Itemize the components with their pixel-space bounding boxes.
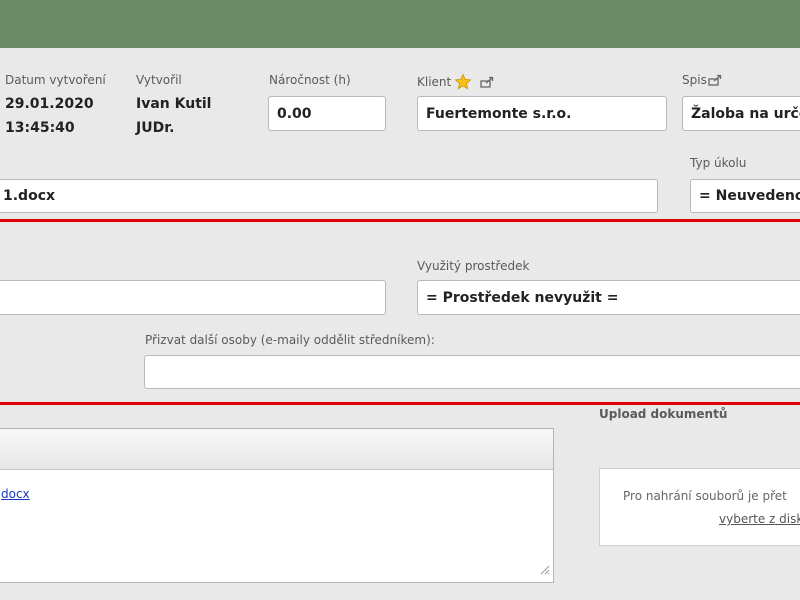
client-label: Klient xyxy=(417,75,452,89)
file-label-group: Spis xyxy=(682,73,722,87)
task-type-label: Typ úkolu xyxy=(690,156,747,170)
created-time-value: 13:45:40 xyxy=(5,120,75,136)
upload-dropzone[interactable]: Pro nahrání souborů je přet vyberte z di… xyxy=(599,468,800,546)
task-type-select[interactable]: = Neuvedeno xyxy=(690,179,800,213)
resource-select[interactable]: = Prostředek nevyužit = xyxy=(417,280,800,315)
upload-browse-link[interactable]: vyberte z disk xyxy=(719,512,800,526)
created-date-label: Datum vytvoření xyxy=(5,73,106,87)
created-by-title: JUDr. xyxy=(136,120,175,136)
created-by-name: Ivan Kutil xyxy=(136,96,212,112)
open-external-icon[interactable] xyxy=(708,74,722,86)
resize-handle-icon[interactable] xyxy=(540,560,550,579)
created-by-label: Vytvořil xyxy=(136,73,182,87)
invite-label: Přizvat další osoby (e-maily oddělit stř… xyxy=(145,333,435,347)
upload-label: Upload dokumentů xyxy=(599,407,728,421)
client-label-group: Klient xyxy=(417,73,494,91)
star-icon[interactable] xyxy=(454,73,472,91)
task-name-input[interactable]: 1.docx xyxy=(0,179,658,213)
open-external-icon[interactable] xyxy=(480,76,494,88)
difficulty-input[interactable]: 0.00 xyxy=(268,96,386,131)
attachments-box[interactable]: docx xyxy=(0,428,554,583)
resource-label: Využitý prostředek xyxy=(417,259,530,273)
top-bar xyxy=(0,0,800,48)
description-input[interactable] xyxy=(0,280,386,315)
file-select[interactable]: Žaloba na urče xyxy=(682,96,800,131)
invite-input[interactable] xyxy=(144,355,800,389)
attachments-header xyxy=(0,429,553,470)
attachment-link[interactable]: docx xyxy=(1,487,30,501)
section-divider xyxy=(0,219,800,222)
upload-instructions: Pro nahrání souborů je přet xyxy=(623,489,787,503)
client-input[interactable]: Fuertemonte s.r.o. xyxy=(417,96,667,131)
difficulty-label: Náročnost (h) xyxy=(269,73,351,87)
created-date-value: 29.01.2020 xyxy=(5,96,94,112)
file-label: Spis xyxy=(682,73,707,87)
section-divider xyxy=(0,402,800,405)
